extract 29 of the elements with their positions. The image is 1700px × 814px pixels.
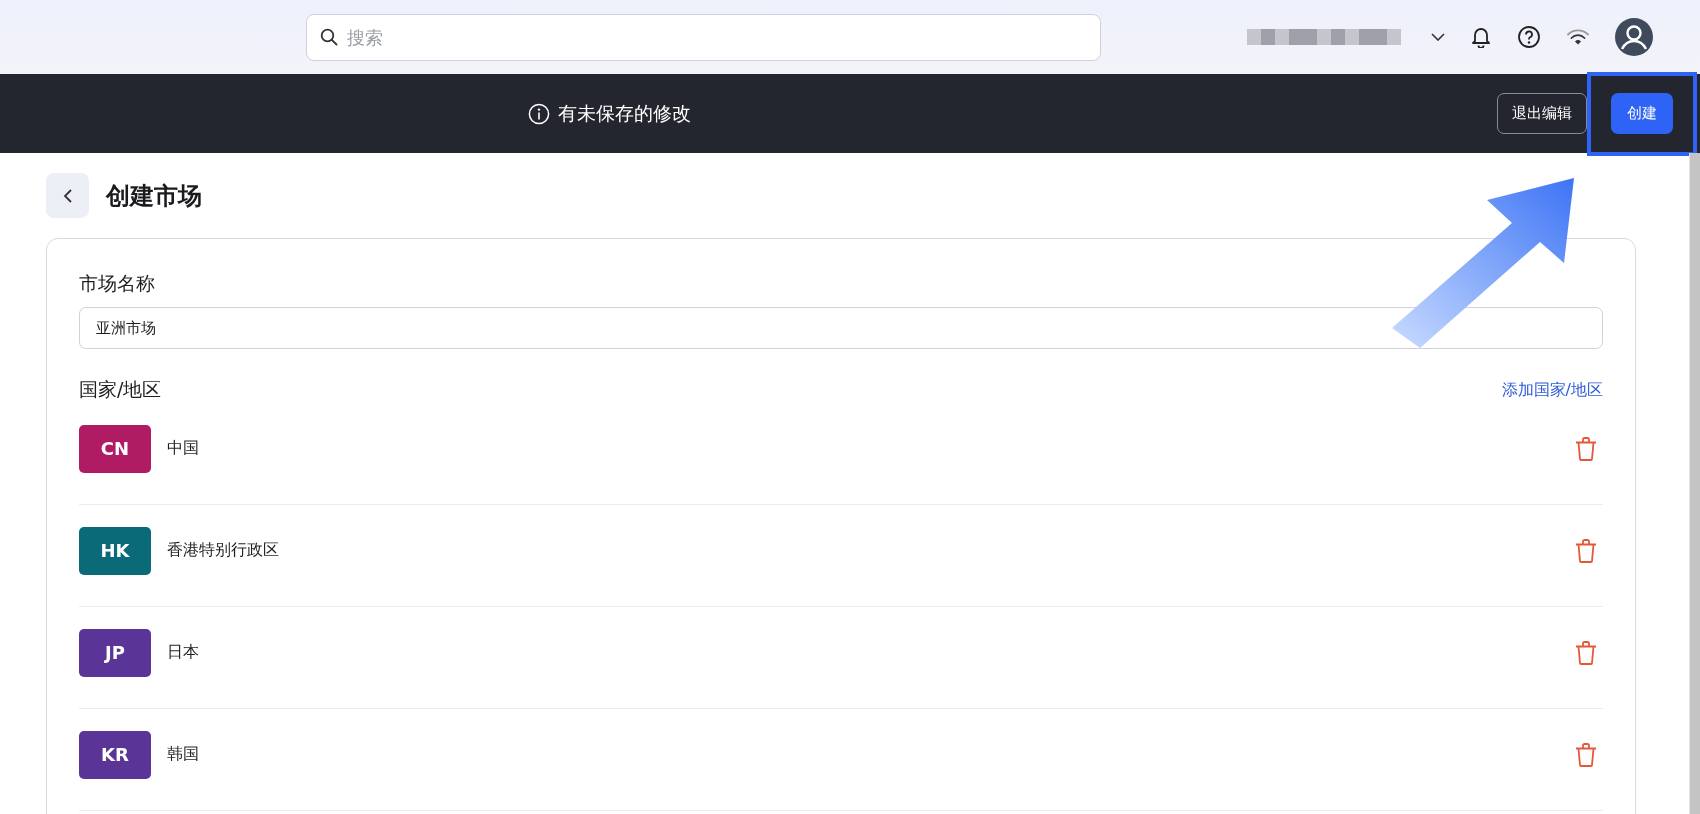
country-name: 中国 (167, 438, 199, 459)
scrollbar[interactable] (1689, 153, 1700, 814)
add-country-link[interactable]: 添加国家/地区 (1501, 379, 1603, 401)
country-code-badge: CN (79, 424, 151, 473)
info-icon (528, 102, 550, 125)
exit-edit-button[interactable]: 退出编辑 (1497, 93, 1587, 134)
bell-icon[interactable] (1471, 26, 1491, 48)
country-code-badge: KR (79, 730, 151, 779)
trash-icon[interactable] (1575, 640, 1597, 665)
search-field[interactable]: 搜索 (306, 13, 1101, 61)
country-code-badge: JP (79, 628, 151, 677)
country-name: 香港特别行政区 (167, 540, 279, 561)
chevron-left-icon (62, 188, 73, 203)
field-label: 市场名称 (79, 271, 156, 296)
chevron-down-icon[interactable] (1431, 33, 1445, 41)
trash-icon[interactable] (1575, 742, 1597, 767)
help-icon[interactable] (1517, 25, 1541, 49)
wifi-icon[interactable] (1567, 29, 1589, 45)
page-title: 创建市场 (106, 180, 202, 212)
create-button[interactable]: 创建 (1611, 93, 1673, 134)
country-name: 韩国 (167, 744, 199, 765)
country-code-badge: HK (79, 526, 151, 575)
market-name-field[interactable]: 亚洲市场 (79, 307, 1603, 349)
avatar-icon[interactable] (1615, 18, 1653, 56)
trash-icon[interactable] (1575, 538, 1597, 563)
section-label: 国家/地区 (79, 377, 162, 402)
country-name: 日本 (167, 642, 199, 663)
trash-icon[interactable] (1575, 436, 1597, 461)
unsaved-changes-message: 有未保存的修改 (558, 100, 691, 126)
